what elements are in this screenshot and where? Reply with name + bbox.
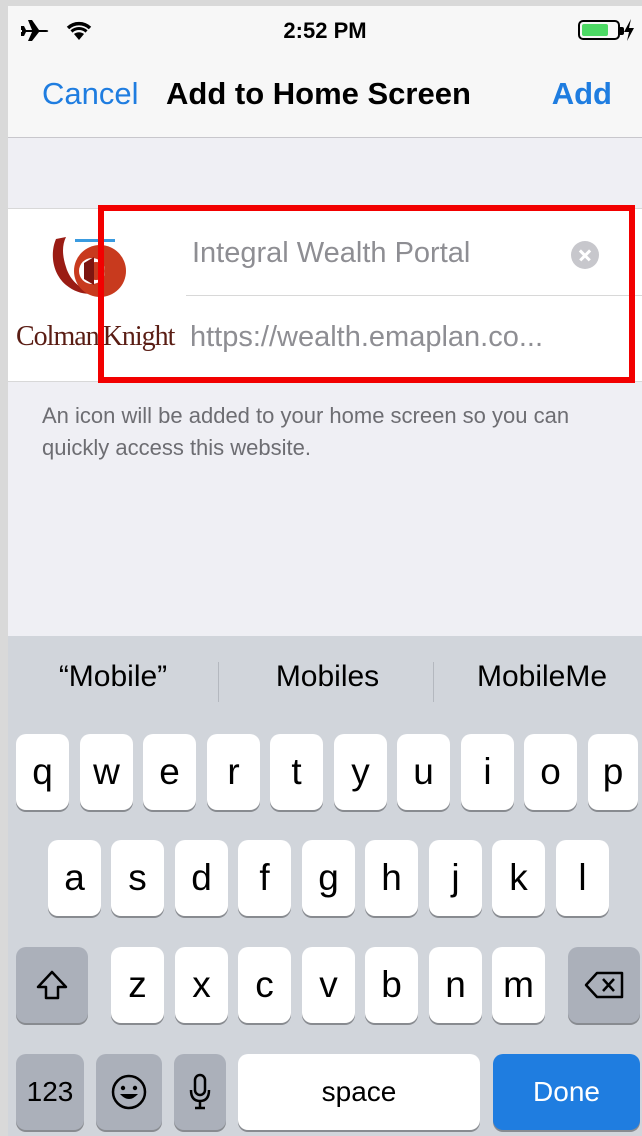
- logo-text-colman: Colman: [16, 321, 100, 352]
- done-key[interactable]: Done: [493, 1054, 640, 1130]
- suggestion-separator: [218, 662, 219, 702]
- key-x[interactable]: x: [175, 947, 228, 1023]
- add-button[interactable]: Add: [552, 76, 612, 112]
- bookmark-url-field: https://wealth.emaplan.co...: [190, 321, 544, 353]
- key-b[interactable]: b: [365, 947, 418, 1023]
- logo-emblem-icon: [52, 237, 126, 297]
- logo-wordmark: Colman Knight: [16, 321, 176, 353]
- backspace-icon: [584, 971, 624, 999]
- key-p[interactable]: p: [588, 734, 638, 810]
- key-l[interactable]: l: [556, 840, 609, 916]
- backspace-key[interactable]: [568, 947, 640, 1023]
- key-z[interactable]: z: [111, 947, 164, 1023]
- hint-text: An icon will be added to your home scree…: [42, 403, 570, 460]
- battery-level: [582, 24, 608, 36]
- keyboard: “Mobile” Mobiles MobileMe q w e r t y u …: [8, 636, 642, 1136]
- numbers-key[interactable]: 123: [16, 1054, 84, 1130]
- space-key[interactable]: space: [238, 1054, 480, 1130]
- key-t[interactable]: t: [270, 734, 323, 810]
- key-i[interactable]: i: [461, 734, 514, 810]
- key-d[interactable]: d: [175, 840, 228, 916]
- bookmark-name-field[interactable]: Integral Wealth Portal: [192, 237, 470, 270]
- key-w[interactable]: w: [80, 734, 133, 810]
- emoji-icon: [111, 1074, 147, 1110]
- suggestion-item[interactable]: “Mobile”: [28, 660, 198, 694]
- suggestion-bar: “Mobile” Mobiles MobileMe: [8, 636, 642, 722]
- suggestion-separator: [433, 662, 434, 702]
- dictation-key[interactable]: [174, 1054, 226, 1130]
- key-y[interactable]: y: [334, 734, 387, 810]
- key-o[interactable]: o: [524, 734, 577, 810]
- key-r[interactable]: r: [207, 734, 260, 810]
- key-a[interactable]: a: [48, 840, 101, 916]
- shift-arrow-icon: [36, 970, 68, 1000]
- key-h[interactable]: h: [365, 840, 418, 916]
- charging-bolt-icon: [624, 19, 634, 41]
- key-q[interactable]: q: [16, 734, 69, 810]
- key-s[interactable]: s: [111, 840, 164, 916]
- key-v[interactable]: v: [302, 947, 355, 1023]
- status-time: 2:52 PM: [283, 18, 367, 43]
- key-u[interactable]: u: [397, 734, 450, 810]
- suggestion-item[interactable]: MobileMe: [452, 660, 632, 694]
- logo-text-knight: Knight: [102, 321, 176, 352]
- bookmark-card: Colman Knight Integral Wealth Portal http…: [8, 208, 642, 382]
- cancel-button[interactable]: Cancel: [42, 76, 139, 112]
- key-f[interactable]: f: [238, 840, 291, 916]
- microphone-icon: [189, 1073, 211, 1110]
- shift-key[interactable]: [16, 947, 88, 1023]
- suggestion-item[interactable]: Mobiles: [240, 660, 415, 694]
- navigation-bar: Cancel Add to Home Screen Add: [8, 56, 642, 138]
- page-title: Add to Home Screen: [166, 76, 471, 111]
- key-k[interactable]: k: [492, 840, 545, 916]
- key-j[interactable]: j: [429, 840, 482, 916]
- content-area: Colman Knight Integral Wealth Portal http…: [8, 138, 642, 636]
- status-bar: 2:52 PM: [8, 6, 642, 56]
- key-g[interactable]: g: [302, 840, 355, 916]
- key-n[interactable]: n: [429, 947, 482, 1023]
- site-logo: Colman Knight: [16, 233, 176, 363]
- key-m[interactable]: m: [492, 947, 545, 1023]
- emoji-key[interactable]: [96, 1054, 162, 1130]
- battery-icon: [578, 20, 624, 40]
- field-divider: [186, 295, 642, 296]
- key-e[interactable]: e: [143, 734, 196, 810]
- logo-separator: [99, 321, 102, 351]
- clear-text-icon[interactable]: [571, 241, 599, 269]
- key-c[interactable]: c: [238, 947, 291, 1023]
